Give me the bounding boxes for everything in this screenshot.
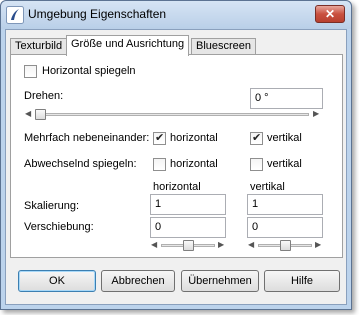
rotate-slider[interactable] [35, 113, 309, 116]
offset-vertical-slider-thumb[interactable] [280, 240, 291, 251]
dialog-client-area: Texturbild Größe und Ausrichtung Bluescr… [5, 29, 347, 305]
rotate-slider-right-arrow-icon[interactable]: ▶ [313, 109, 319, 118]
apply-button[interactable]: Übernehmen [181, 270, 259, 292]
tiling-vertical-checkbox[interactable]: ✔ [250, 132, 263, 145]
close-icon: ✕ [324, 7, 336, 21]
alt-mirror-label: Abwechselnd spiegeln: [24, 158, 137, 170]
rotate-slider-thumb[interactable] [35, 109, 46, 120]
offset-horizontal-slider-thumb[interactable] [183, 240, 194, 251]
column-header-horizontal: horizontal [153, 181, 201, 193]
scale-vertical-input[interactable]: 1 [247, 194, 323, 215]
cancel-button-label: Abbrechen [111, 275, 165, 287]
offset-horizontal-input[interactable]: 0 [150, 217, 226, 238]
rotate-input[interactable]: 0 ° [250, 88, 323, 109]
apply-button-label: Übernehmen [188, 275, 252, 287]
scale-horizontal-input[interactable]: 1 [150, 194, 226, 215]
tiling-horizontal-checkbox[interactable]: ✔ [153, 132, 166, 145]
tiling-horizontal-label: horizontal [170, 132, 218, 144]
tab-label: Größe und Ausrichtung [71, 38, 185, 50]
tiling-vertical-label: vertikal [267, 132, 302, 144]
tab-label: Bluescreen [196, 40, 252, 52]
flip-horizontal-label: Horizontal spiegeln [42, 65, 136, 77]
ok-button-label: OK [49, 275, 65, 287]
offset-vertical-input[interactable]: 0 [247, 217, 323, 238]
title-bar[interactable]: Umgebung Eigenschaften ✕ [1, 1, 351, 29]
flip-horizontal-checkbox[interactable] [24, 65, 37, 78]
alt-mirror-vertical-label: vertikal [267, 158, 302, 170]
ok-button[interactable]: OK [18, 270, 96, 292]
help-button-label: Hilfe [290, 275, 313, 287]
offset-horizontal-value: 0 [155, 221, 162, 233]
tab-texturbild[interactable]: Texturbild [10, 38, 68, 55]
scale-label: Skalierung: [24, 200, 80, 212]
offset-v-slider-right-arrow-icon[interactable]: ▶ [315, 240, 321, 249]
tab-label: Texturbild [15, 40, 63, 52]
offset-label: Verschiebung: [24, 221, 94, 233]
alt-mirror-horizontal-label: horizontal [170, 158, 218, 170]
window-title: Umgebung Eigenschaften [28, 7, 167, 21]
scale-vertical-value: 1 [252, 198, 259, 210]
offset-h-slider-left-arrow-icon[interactable]: ◀ [151, 240, 157, 249]
close-button[interactable]: ✕ [315, 5, 345, 23]
offset-vertical-value: 0 [252, 221, 259, 233]
alt-mirror-horizontal-checkbox[interactable] [153, 158, 166, 171]
offset-v-slider-left-arrow-icon[interactable]: ◀ [248, 240, 254, 249]
tab-bluescreen[interactable]: Bluescreen [191, 38, 257, 55]
alt-mirror-vertical-checkbox[interactable] [250, 158, 263, 171]
scale-horizontal-value: 1 [155, 198, 162, 210]
checkmark-icon: ✔ [155, 132, 165, 144]
app-icon [6, 6, 24, 24]
help-button[interactable]: Hilfe [264, 270, 340, 292]
rotate-slider-left-arrow-icon[interactable]: ◀ [25, 109, 31, 118]
offset-h-slider-right-arrow-icon[interactable]: ▶ [218, 240, 224, 249]
rotate-value: 0 ° [255, 92, 269, 104]
column-header-vertical: vertikal [250, 181, 285, 193]
rotate-label: Drehen: [24, 90, 64, 102]
tab-panel-groesse: Horizontal spiegeln Drehen: 0 ° ◀ ▶ Mehr… [10, 54, 343, 258]
dialog-window: Umgebung Eigenschaften ✕ Texturbild Größ… [0, 0, 352, 310]
tab-groesse-und-ausrichtung[interactable]: Größe und Ausrichtung [66, 35, 190, 56]
tiling-label: Mehrfach nebeneinander: [24, 132, 150, 144]
cancel-button[interactable]: Abbrechen [101, 270, 175, 292]
checkmark-icon: ✔ [252, 132, 262, 144]
